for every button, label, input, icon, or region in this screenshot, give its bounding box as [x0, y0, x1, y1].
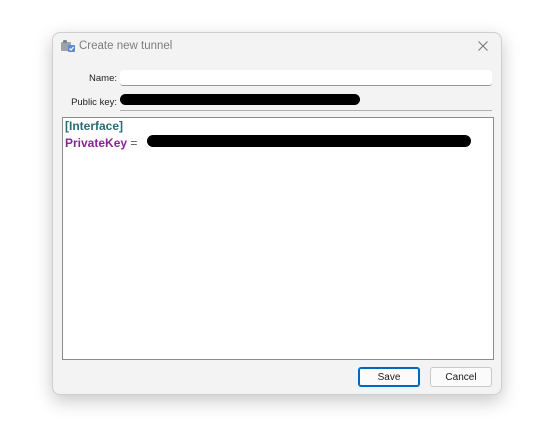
- private-key-label: PrivateKey: [65, 136, 128, 150]
- close-button[interactable]: [471, 36, 495, 58]
- interface-section-header: [Interface]: [65, 119, 124, 133]
- redaction-mark: [120, 94, 360, 105]
- name-input[interactable]: [120, 70, 492, 86]
- tunnel-app-icon: [60, 39, 76, 53]
- public-key-label: Public key:: [71, 97, 117, 108]
- cancel-button[interactable]: Cancel: [430, 367, 492, 387]
- title-bar: Create new tunnel: [53, 33, 501, 61]
- window-title: Create new tunnel: [79, 40, 173, 52]
- private-key-line: PrivateKey =: [65, 136, 141, 150]
- close-icon: [478, 38, 488, 56]
- name-label: Name:: [89, 73, 117, 84]
- config-editor[interactable]: [Interface] PrivateKey =: [62, 117, 494, 360]
- private-key-redaction: [147, 135, 471, 147]
- public-key-value[interactable]: [120, 93, 492, 111]
- create-tunnel-dialog: Create new tunnel Name: Public key: [Int…: [52, 32, 502, 395]
- private-key-separator: =: [127, 136, 141, 150]
- save-button[interactable]: Save: [358, 367, 420, 387]
